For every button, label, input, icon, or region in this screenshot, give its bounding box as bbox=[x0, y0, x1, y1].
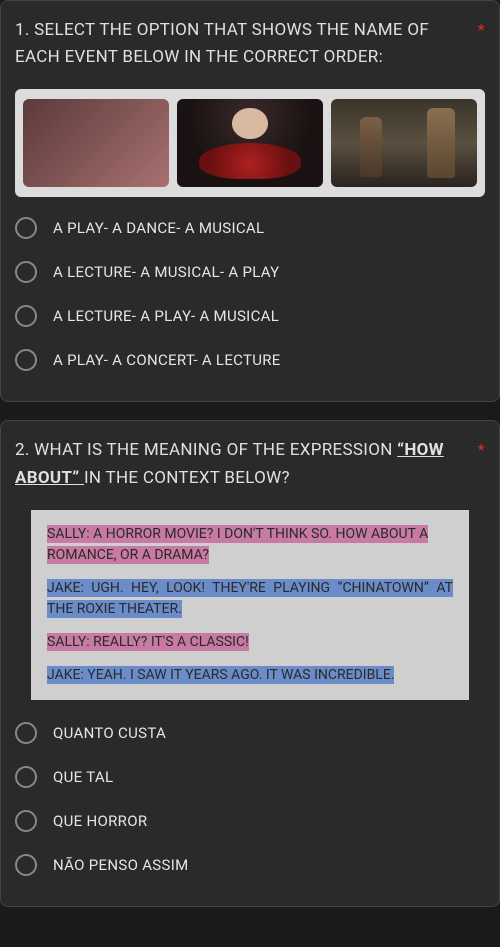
q2-option-4-label: NÃO PENSO ASSIM bbox=[53, 856, 189, 874]
question-2-text-pre: 2. WHAT IS THE MEANING OF THE EXPRESSION bbox=[15, 440, 397, 460]
dialog-image: SALLY: A HORROR MOVIE? I DON'T THINK SO.… bbox=[31, 510, 469, 700]
q2-option-1[interactable]: QUANTO CUSTA bbox=[15, 722, 485, 744]
q2-option-3-label: QUE HORROR bbox=[53, 812, 147, 830]
radio-icon bbox=[15, 854, 37, 876]
q2-option-3[interactable]: QUE HORROR bbox=[15, 810, 485, 832]
question-1-text: 1. SELECT THE OPTION THAT SHOWS THE NAME… bbox=[15, 17, 485, 71]
q2-option-2[interactable]: QUE TAL bbox=[15, 766, 485, 788]
event-image-2 bbox=[177, 99, 323, 187]
q1-option-3[interactable]: A LECTURE- A PLAY- A MUSICAL bbox=[15, 305, 485, 327]
q1-option-4[interactable]: A PLAY- A CONCERT- A LECTURE bbox=[15, 349, 485, 371]
question-1-options: A PLAY- A DANCE- A MUSICAL A LECTURE- A … bbox=[15, 217, 485, 371]
question-1-text-body: 1. SELECT THE OPTION THAT SHOWS THE NAME… bbox=[15, 20, 429, 67]
dialog-line-sally-2: SALLY: REALLY? IT'S A CLASSIC! bbox=[47, 632, 453, 653]
radio-icon bbox=[15, 305, 37, 327]
q2-option-2-label: QUE TAL bbox=[53, 768, 113, 786]
question-2-text: 2. WHAT IS THE MEANING OF THE EXPRESSION… bbox=[15, 437, 485, 491]
radio-icon bbox=[15, 349, 37, 371]
q1-option-2-label: A LECTURE- A MUSICAL- A PLAY bbox=[53, 263, 279, 281]
dialog-line-sally-1: SALLY: A HORROR MOVIE? I DON'T THINK SO.… bbox=[47, 524, 453, 566]
dialog-line-jake-2: JAKE: YEAH. I SAW IT YEARS AGO. IT WAS I… bbox=[47, 665, 453, 686]
question-card-2: 2. WHAT IS THE MEANING OF THE EXPRESSION… bbox=[0, 420, 500, 906]
radio-icon bbox=[15, 766, 37, 788]
question-2-options: QUANTO CUSTA QUE TAL QUE HORROR NÃO PENS… bbox=[15, 722, 485, 876]
required-star: * bbox=[478, 17, 485, 43]
dialog-jake-1-text: JAKE: UGH. HEY, LOOK! THEY'RE PLAYING “C… bbox=[47, 579, 453, 618]
q2-option-4[interactable]: NÃO PENSO ASSIM bbox=[15, 854, 485, 876]
radio-icon bbox=[15, 261, 37, 283]
q1-option-4-label: A PLAY- A CONCERT- A LECTURE bbox=[53, 351, 281, 369]
radio-icon bbox=[15, 810, 37, 832]
dialog-sally-2-text: SALLY: REALLY? IT'S A CLASSIC! bbox=[47, 633, 249, 651]
q1-option-2[interactable]: A LECTURE- A MUSICAL- A PLAY bbox=[15, 261, 485, 283]
dialog-sally-1-text: SALLY: A HORROR MOVIE? I DON'T THINK SO.… bbox=[47, 525, 428, 564]
q1-option-3-label: A LECTURE- A PLAY- A MUSICAL bbox=[53, 307, 279, 325]
question-card-1: 1. SELECT THE OPTION THAT SHOWS THE NAME… bbox=[0, 0, 500, 402]
q1-option-1-label: A PLAY- A DANCE- A MUSICAL bbox=[53, 219, 264, 237]
dialog-jake-2-text: JAKE: YEAH. I SAW IT YEARS AGO. IT WAS I… bbox=[47, 666, 394, 684]
event-image-3 bbox=[331, 99, 477, 187]
question-1-image-row bbox=[15, 89, 485, 197]
radio-icon bbox=[15, 217, 37, 239]
required-star: * bbox=[478, 437, 485, 463]
radio-icon bbox=[15, 722, 37, 744]
q1-option-1[interactable]: A PLAY- A DANCE- A MUSICAL bbox=[15, 217, 485, 239]
dialog-line-jake-1: JAKE: UGH. HEY, LOOK! THEY'RE PLAYING “C… bbox=[47, 578, 453, 620]
question-2-text-post: IN THE CONTEXT BELOW? bbox=[84, 468, 290, 488]
event-image-1 bbox=[23, 99, 169, 187]
q2-option-1-label: QUANTO CUSTA bbox=[53, 724, 166, 742]
